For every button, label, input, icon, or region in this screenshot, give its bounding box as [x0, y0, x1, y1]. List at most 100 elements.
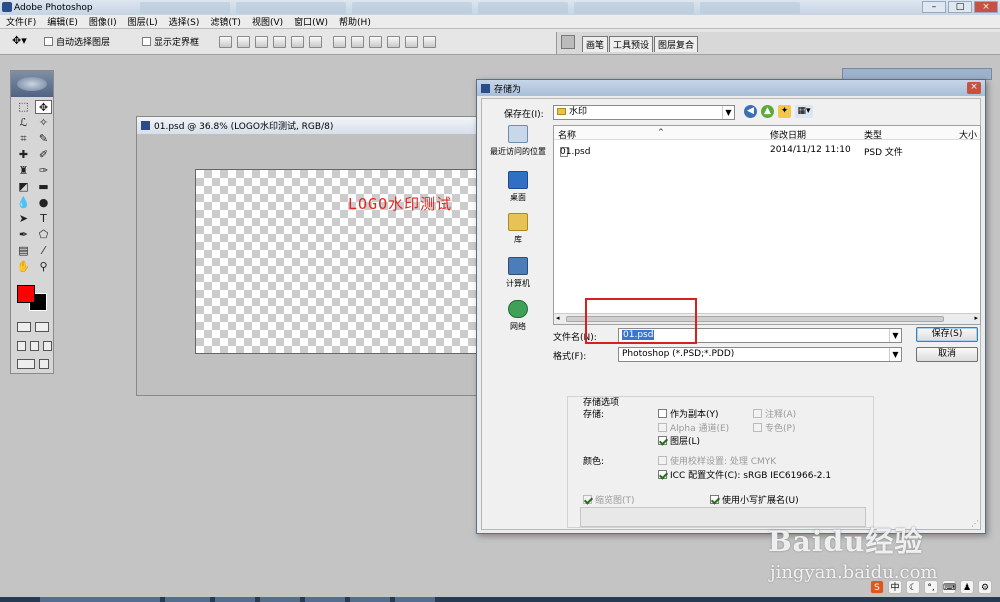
dodge-tool-icon[interactable]: ● [35, 196, 52, 210]
lasso-tool-icon[interactable]: ℒ [15, 116, 32, 130]
notes-checkbox[interactable]: 注释(A) [753, 407, 796, 420]
move-tool-icon[interactable]: ✥▾ [12, 34, 36, 50]
new-folder-icon[interactable]: ✦ [778, 105, 791, 118]
distribute-left-icon[interactable] [387, 35, 401, 48]
jump-to-imageready-icon[interactable] [17, 359, 35, 369]
crop-tool-icon[interactable]: ⌗ [15, 132, 32, 146]
shape-tool-icon[interactable]: ⬠ [35, 228, 52, 242]
screen-mode-standard-icon[interactable] [17, 341, 26, 351]
align-left-icon[interactable] [273, 35, 287, 48]
column-name[interactable]: 名称 [558, 128, 576, 141]
spot-checkbox[interactable]: 专色(P) [753, 421, 795, 434]
file-list[interactable]: 名称 ^ 修改日期 类型 大小 01.psd 2014/11/12 11:10 … [553, 125, 981, 325]
menu-select[interactable]: 选择(S) [169, 15, 200, 28]
menu-filter[interactable]: 滤镜(T) [210, 15, 241, 28]
user-icon[interactable]: ♟ [960, 580, 974, 594]
marquee-tool-icon[interactable]: ⬚ [15, 100, 32, 114]
distribute-top-icon[interactable] [333, 35, 347, 48]
place-desktop[interactable]: 桌面 [485, 171, 551, 203]
hand-tool-icon[interactable]: ✋ [15, 260, 32, 274]
view-menu-icon[interactable]: ▦▾ [795, 105, 813, 118]
palette-well-icon[interactable] [561, 35, 575, 49]
taskbar-item[interactable] [395, 597, 435, 602]
tab-brushes[interactable]: 画笔 [582, 36, 609, 52]
tab-layer-comps[interactable]: 图层复合 [654, 36, 699, 52]
menu-help[interactable]: 帮助(H) [339, 15, 371, 28]
standard-mode-icon[interactable] [17, 322, 31, 332]
distribute-hcenter-icon[interactable] [405, 35, 419, 48]
type-tool-icon[interactable]: T [35, 212, 52, 226]
slice-tool-icon[interactable]: ✎ [35, 132, 52, 146]
taskbar-item[interactable] [305, 597, 345, 602]
alpha-checkbox[interactable]: Alpha 通道(E) [658, 421, 729, 434]
path-select-icon[interactable]: ➤ [15, 212, 32, 226]
icc-profile-checkbox[interactable]: ICC 配置文件(C): sRGB IEC61966-2.1 [658, 468, 831, 481]
show-bounds-checkbox[interactable]: 显示定界框 [142, 35, 199, 48]
taskbar-item[interactable] [350, 597, 390, 602]
align-hcenter-icon[interactable] [291, 35, 305, 48]
healing-brush-icon[interactable]: ✚ [15, 148, 32, 162]
move-tool-icon[interactable]: ✥ [35, 100, 52, 114]
quickmask-mode-icon[interactable] [35, 322, 49, 332]
align-vcenter-icon[interactable] [237, 35, 251, 48]
settings-icon[interactable]: ⚙ [978, 580, 992, 594]
menu-layer[interactable]: 图层(L) [128, 15, 158, 28]
place-computer[interactable]: 计算机 [485, 257, 551, 289]
auto-select-checkbox[interactable]: 自动选择图层 [44, 35, 110, 48]
menu-edit[interactable]: 编辑(E) [47, 15, 78, 28]
scroll-right-icon[interactable]: ▸ [974, 314, 978, 322]
place-network[interactable]: 网络 [485, 300, 551, 332]
taskbar-item[interactable] [215, 597, 255, 602]
menu-image[interactable]: 图像(I) [89, 15, 117, 28]
foreground-color[interactable] [17, 285, 35, 303]
jump-check-icon[interactable] [39, 359, 49, 369]
back-icon[interactable]: ◀ [744, 105, 757, 118]
save-button[interactable]: 保存(S) [916, 327, 978, 342]
magic-wand-icon[interactable]: ✧ [35, 116, 52, 130]
menu-file[interactable]: 文件(F) [6, 15, 36, 28]
layers-checkbox[interactable]: 图层(L) [658, 434, 700, 447]
color-swatches[interactable] [17, 285, 49, 311]
as-copy-checkbox[interactable]: 作为副本(Y) [658, 407, 719, 420]
lowercase-ext-checkbox[interactable]: 使用小写扩展名(U) [710, 493, 799, 506]
dialog-close-icon[interactable]: × [967, 82, 981, 94]
column-date[interactable]: 修改日期 [770, 128, 806, 141]
cancel-button[interactable]: 取消 [916, 347, 978, 362]
clone-stamp-icon[interactable]: ♜ [15, 164, 32, 178]
place-library[interactable]: 库 [485, 213, 551, 245]
gradient-tool-icon[interactable]: ▬ [35, 180, 52, 194]
canvas[interactable]: LOGO水印测试 [195, 169, 485, 354]
distribute-right-icon[interactable] [423, 35, 437, 48]
moon-icon[interactable]: ☾ [906, 580, 920, 594]
taskbar-item[interactable] [40, 597, 160, 602]
language-indicator[interactable]: 中 [888, 580, 902, 594]
blur-tool-icon[interactable]: 💧 [15, 196, 32, 210]
minimize-icon[interactable]: – [922, 1, 946, 13]
maximize-icon[interactable]: □ [948, 1, 972, 13]
align-bottom-icon[interactable] [255, 35, 269, 48]
sogou-ime-icon[interactable]: S [870, 580, 884, 594]
tab-tool-presets[interactable]: 工具预设 [609, 36, 654, 52]
place-recent[interactable]: 最近访问的位置 [485, 125, 551, 157]
screen-mode-full-menu-icon[interactable] [30, 341, 39, 351]
zoom-tool-icon[interactable]: ⚲ [35, 260, 52, 274]
menu-window[interactable]: 窗口(W) [294, 15, 328, 28]
thumbnail-checkbox[interactable]: 缩览图(T) [583, 493, 635, 506]
scroll-left-icon[interactable]: ◂ [556, 314, 560, 322]
menu-view[interactable]: 视图(V) [252, 15, 283, 28]
eyedropper-icon[interactable]: ⁄ [35, 244, 52, 258]
column-size[interactable]: 大小 [959, 128, 977, 141]
keyboard-icon[interactable]: ⌨ [942, 580, 956, 594]
proof-setup-checkbox[interactable]: 使用校样设置: 处理 CMYK [658, 454, 776, 467]
distribute-vcenter-icon[interactable] [351, 35, 365, 48]
taskbar-item[interactable] [260, 597, 300, 602]
file-row[interactable]: 01.psd 2014/11/12 11:10 PSD 文件 [554, 143, 982, 158]
save-in-select[interactable]: 水印 ▼ [553, 105, 735, 120]
close-icon[interactable]: × [974, 1, 998, 13]
up-folder-icon[interactable]: ▲ [761, 105, 774, 118]
distribute-bottom-icon[interactable] [369, 35, 383, 48]
format-select[interactable]: Photoshop (*.PSD;*.PDD) ▼ [618, 347, 902, 362]
notes-tool-icon[interactable]: ▤ [15, 244, 32, 258]
history-brush-icon[interactable]: ✑ [35, 164, 52, 178]
eraser-tool-icon[interactable]: ◩ [15, 180, 32, 194]
